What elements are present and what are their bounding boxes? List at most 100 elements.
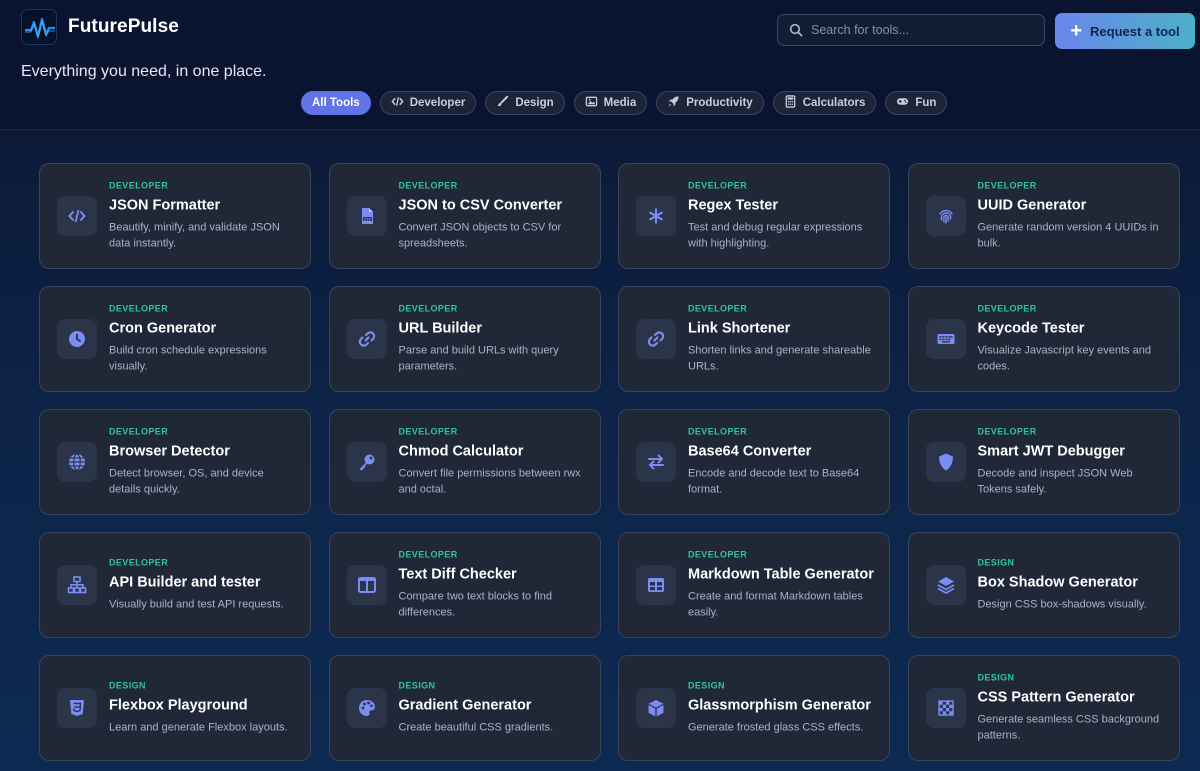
tab-all-tools[interactable]: All Tools	[301, 91, 371, 115]
tool-title: API Builder and tester	[109, 574, 261, 591]
tab-fun[interactable]: Fun	[885, 91, 948, 115]
tool-card-chmod-calculator[interactable]: DEVELOPER Chmod Calculator Convert file pe…	[328, 409, 601, 515]
tab-label: Design	[515, 97, 554, 109]
tool-card-markdown-table-generator[interactable]: DEVELOPER Markdown Table Generator Create …	[618, 532, 890, 638]
tool-description: Visually build and test API requests.	[109, 598, 284, 611]
tool-category: DEVELOPER	[109, 180, 169, 191]
tool-card-browser-detector[interactable]: DEVELOPER Browser Detector Detect browser,…	[39, 409, 311, 515]
tool-card-cron-generator[interactable]: DEVELOPER Cron Generator Build cron schedu…	[39, 286, 311, 392]
tool-title: UUID Generator	[977, 197, 1087, 214]
tool-card-api-builder[interactable]: DEVELOPER API Builder and tester Visually …	[39, 532, 311, 638]
tool-card-url-builder[interactable]: DEVELOPER URL Builder Parse and build URLs…	[328, 286, 601, 392]
tab-label: Developer	[409, 97, 466, 109]
tool-card-text-diff-checker[interactable]: DEVELOPER Text Diff Checker Compare two te…	[328, 532, 601, 638]
css3-icon	[57, 688, 97, 728]
tool-category: DEVELOPER	[109, 303, 169, 314]
tool-description: Decode and inspect JSON Web Tokens safel…	[977, 467, 1133, 496]
tool-category: DESIGN	[977, 672, 1015, 683]
tool-title: Gradient Generator	[398, 697, 532, 714]
tool-description: Compare two text blocks to find differen…	[398, 590, 552, 619]
tool-description: Generate random version 4 UUIDs in bulk.	[977, 221, 1159, 250]
link-icon	[636, 319, 676, 359]
brush-icon	[496, 95, 509, 111]
tool-description: Create and format Markdown tables easily…	[688, 590, 863, 619]
tool-category: DEVELOPER	[688, 303, 748, 314]
csv-file-icon: CSV	[346, 196, 387, 236]
tool-description: Learn and generate Flexbox layouts.	[109, 721, 288, 734]
tool-description: Detect browser, OS, and device details q…	[109, 467, 264, 496]
tab-label: Calculators	[802, 97, 866, 109]
tab-label: All Tools	[312, 97, 360, 109]
tool-description: Generate seamless CSS background pattern…	[977, 713, 1160, 742]
tool-category: DEVELOPER	[688, 549, 748, 560]
tool-description: Shorten links and generate shareable URL…	[688, 344, 871, 373]
top-header: FuturePulse Everything you need, in one …	[0, 0, 1200, 130]
tool-card-json-formatter[interactable]: DEVELOPER JSON Formatter Beautify, minify,…	[39, 163, 311, 269]
tab-design[interactable]: Design	[485, 91, 565, 115]
cube-icon	[636, 688, 676, 728]
search-input[interactable]	[811, 23, 1044, 37]
tool-title: Keycode Tester	[977, 320, 1085, 337]
tool-title: Cron Generator	[109, 320, 217, 337]
table-icon	[636, 565, 676, 605]
tool-card-json-to-csv[interactable]: CSV DEVELOPER JSON to CSV Converter Conver…	[328, 163, 601, 269]
tool-title: Browser Detector	[109, 443, 230, 460]
tool-card-flexbox-playground[interactable]: DESIGN Flexbox Playground Learn and genera…	[39, 655, 311, 761]
tool-title: Regex Tester	[688, 197, 778, 214]
tool-category: DEVELOPER	[977, 180, 1037, 191]
tool-category: DEVELOPER	[398, 549, 458, 560]
tool-title: JSON Formatter	[109, 197, 221, 214]
tab-calculators[interactable]: Calculators	[772, 91, 877, 115]
tool-title: Box Shadow Generator	[977, 574, 1138, 591]
logo-icon[interactable]	[21, 9, 57, 45]
tool-card-base64-converter[interactable]: DEVELOPER Base64 Converter Encode and deco…	[618, 409, 890, 515]
columns-icon	[346, 565, 387, 605]
search-box[interactable]	[777, 14, 1045, 46]
tool-category: DEVELOPER	[688, 180, 748, 191]
tool-card-regex-tester[interactable]: DEVELOPER Regex Tester Test and debug regu…	[618, 163, 890, 269]
tool-category: DESIGN	[398, 680, 436, 691]
tab-productivity[interactable]: Productivity	[656, 91, 764, 115]
tool-card-gradient-generator[interactable]: DESIGN Gradient Generator Create beautiful…	[328, 655, 601, 761]
tool-card-css-pattern-generator[interactable]: DESIGN CSS Pattern Generator Generate seam…	[907, 655, 1180, 761]
tool-category: DEVELOPER	[109, 557, 169, 568]
tool-description: Beautify, minify, and validate JSON data…	[109, 221, 280, 250]
tool-category: DEVELOPER	[977, 426, 1037, 437]
tool-title: Base64 Converter	[688, 443, 812, 460]
tab-label: Fun	[915, 97, 937, 109]
palette-icon	[346, 688, 387, 728]
tool-category: DEVELOPER	[398, 426, 458, 437]
tool-category: DEVELOPER	[398, 180, 458, 191]
tool-card-link-shortener[interactable]: DEVELOPER Link Shortener Shorten links and…	[618, 286, 890, 392]
tool-card-keycode-tester[interactable]: DEVELOPER Keycode Tester Visualize Javascr…	[907, 286, 1180, 392]
tool-title: URL Builder	[398, 320, 483, 337]
tab-developer[interactable]: Developer	[379, 91, 477, 115]
layers-icon	[925, 565, 966, 605]
tools-grid: DEVELOPER JSON Formatter Beautify, minify,…	[39, 163, 1180, 761]
tool-title: Glassmorphism Generator	[688, 697, 871, 714]
tool-card-glassmorphism-generator[interactable]: DESIGN Glassmorphism Generator Generate fr…	[618, 655, 890, 761]
tool-category: DESIGN	[688, 680, 725, 691]
tool-title: Flexbox Playground	[109, 697, 248, 714]
image-icon	[585, 95, 598, 111]
tool-title: Markdown Table Generator	[688, 566, 874, 583]
asterisk-icon	[636, 196, 676, 236]
tool-description: Create beautiful CSS gradients.	[398, 721, 554, 734]
tool-title: JSON to CSV Converter	[398, 197, 563, 214]
svg-text:CSV: CSV	[363, 217, 371, 221]
tool-card-uuid-generator[interactable]: DEVELOPER UUID Generator Generate random v…	[907, 163, 1180, 269]
tool-card-box-shadow-generator[interactable]: DESIGN Box Shadow Generator Design CSS box…	[907, 532, 1180, 638]
brand-name[interactable]: FuturePulse	[68, 16, 179, 38]
tool-title: CSS Pattern Generator	[977, 689, 1135, 706]
key-icon	[346, 442, 387, 482]
tool-title: Chmod Calculator	[398, 443, 524, 460]
request-tool-label: Request a tool	[1090, 23, 1180, 39]
tab-media[interactable]: Media	[573, 91, 648, 115]
code-icon	[57, 196, 97, 236]
tool-card-smart-jwt-debugger[interactable]: DEVELOPER Smart JWT Debugger Decode and in…	[907, 409, 1180, 515]
tool-description: Encode and decode text to Base64 format.	[688, 467, 860, 496]
request-tool-button[interactable]: + Request a tool	[1055, 13, 1195, 49]
swap-arrows-icon	[636, 442, 676, 482]
search-icon	[781, 23, 811, 37]
tool-category: DEVELOPER	[109, 426, 169, 437]
